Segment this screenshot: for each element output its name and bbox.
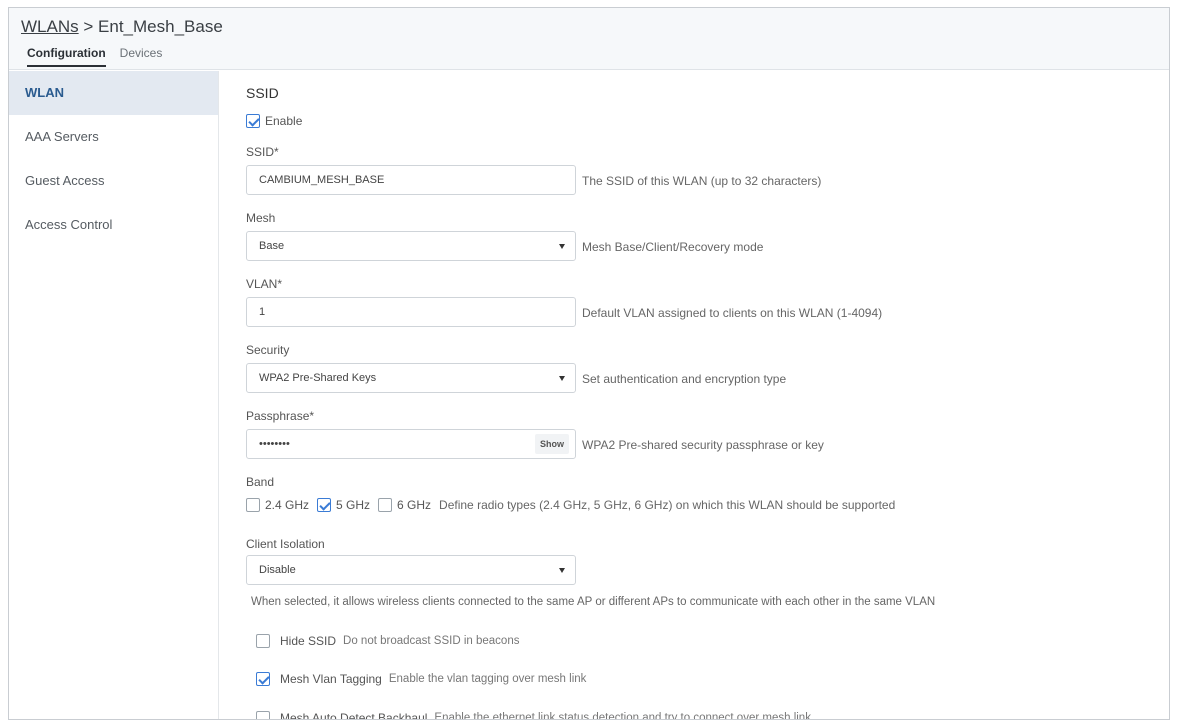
enable-checkbox[interactable] (246, 114, 260, 128)
sidebar-item-wlan[interactable]: WLAN (9, 71, 218, 115)
main-form: SSID Enable SSID* CAMBIUM_MESH_BASE The … (236, 71, 1169, 719)
breadcrumb-separator: > (83, 17, 94, 36)
client-isolation-select[interactable]: Disable (246, 555, 576, 585)
hide-ssid-desc: Do not broadcast SSID in beacons (343, 635, 520, 647)
vlan-input[interactable]: 1 (246, 297, 576, 327)
hide-ssid-row: Hide SSID Do not broadcast SSID in beaco… (256, 634, 519, 648)
passphrase-hint: WPA2 Pre-shared security passphrase or k… (582, 438, 824, 452)
band-label: Band (246, 475, 275, 489)
mesh-vlan-tagging-checkbox[interactable] (256, 672, 270, 686)
enable-label: Enable (265, 114, 303, 128)
passphrase-field: •••••••• Show (246, 429, 576, 459)
vlan-label: VLAN* (246, 277, 283, 291)
ssid-hint: The SSID of this WLAN (up to 32 characte… (582, 174, 822, 188)
mesh-auto-detect-checkbox[interactable] (256, 711, 270, 719)
security-label: Security (246, 343, 290, 357)
mesh-vlan-tagging-row: Mesh Vlan Tagging Enable the vlan taggin… (256, 672, 586, 686)
client-isolation-label: Client Isolation (246, 537, 325, 551)
tab-configuration[interactable]: Configuration (27, 46, 106, 67)
sidebar-item-aaa-servers[interactable]: AAA Servers (9, 115, 218, 159)
mesh-label: Mesh (246, 211, 276, 225)
band-options: 2.4 GHz 5 GHz 6 GHz Define radio types (… (246, 498, 895, 512)
breadcrumb-wlans-link[interactable]: WLANs (21, 17, 79, 36)
mesh-select[interactable]: Base (246, 231, 576, 261)
passphrase-input[interactable]: •••••••• (259, 438, 290, 450)
mesh-auto-detect-row: Mesh Auto Detect Backhaul Enable the eth… (256, 711, 811, 720)
security-select[interactable]: WPA2 Pre-Shared Keys (246, 363, 576, 393)
wlan-config-window: WLANs > Ent_Mesh_Base Configuration Devi… (8, 7, 1170, 720)
band-option-2-4ghz: 2.4 GHz (246, 498, 309, 512)
mesh-vlan-tagging-label: Mesh Vlan Tagging (280, 672, 382, 686)
passphrase-label: Passphrase* (246, 409, 315, 423)
band-6ghz-label: 6 GHz (397, 498, 432, 512)
section-title: SSID (246, 85, 279, 101)
client-isolation-note: When selected, it allows wireless client… (251, 596, 936, 608)
band-2-4ghz-label: 2.4 GHz (265, 498, 310, 512)
hide-ssid-checkbox[interactable] (256, 634, 270, 648)
sidebar-item-access-control[interactable]: Access Control (9, 203, 218, 247)
mesh-auto-detect-label: Mesh Auto Detect Backhaul (280, 711, 428, 720)
vlan-hint: Default VLAN assigned to clients on this… (582, 306, 883, 320)
tab-devices[interactable]: Devices (120, 46, 163, 67)
breadcrumb: WLANs > Ent_Mesh_Base (21, 17, 223, 37)
band-hint: Define radio types (2.4 GHz, 5 GHz, 6 GH… (439, 498, 896, 512)
ssid-label: SSID* (246, 145, 279, 159)
band-2-4ghz-checkbox[interactable] (246, 498, 260, 512)
band-option-5ghz: 5 GHz (317, 498, 370, 512)
mesh-hint: Mesh Base/Client/Recovery mode (582, 240, 764, 254)
mesh-vlan-tagging-desc: Enable the vlan tagging over mesh link (388, 673, 587, 685)
hide-ssid-label: Hide SSID (280, 634, 337, 648)
band-option-6ghz: 6 GHz (378, 498, 431, 512)
ssid-input[interactable]: CAMBIUM_MESH_BASE (246, 165, 576, 195)
tab-bar: Configuration Devices (27, 46, 162, 67)
mesh-auto-detect-desc: Enable the ethernet link status detectio… (434, 712, 811, 720)
page-header: WLANs > Ent_Mesh_Base Configuration Devi… (9, 8, 1169, 70)
show-passphrase-button[interactable]: Show (535, 434, 569, 454)
breadcrumb-current: Ent_Mesh_Base (98, 17, 223, 36)
enable-row: Enable (246, 114, 302, 128)
band-5ghz-label: 5 GHz (336, 498, 371, 512)
band-5ghz-checkbox[interactable] (317, 498, 332, 512)
security-hint: Set authentication and encryption type (582, 372, 787, 386)
sidebar-item-guest-access[interactable]: Guest Access (9, 159, 218, 203)
sidebar: WLAN AAA Servers Guest Access Access Con… (9, 71, 219, 719)
band-6ghz-checkbox[interactable] (378, 498, 393, 512)
